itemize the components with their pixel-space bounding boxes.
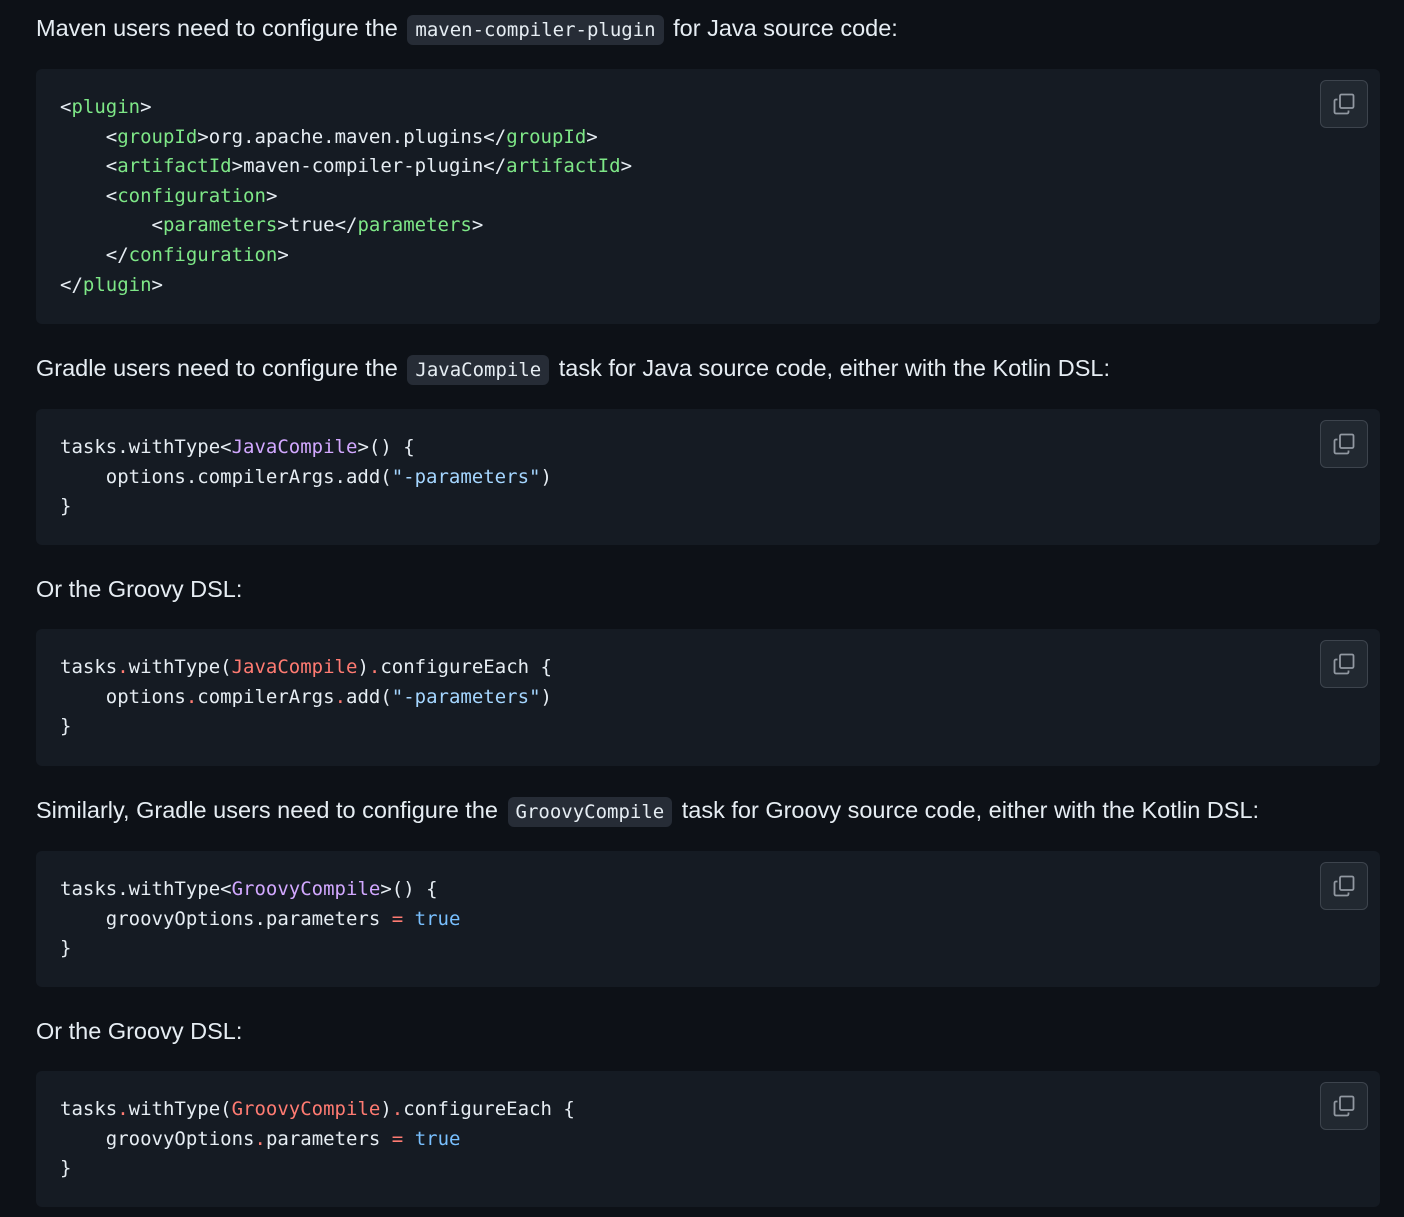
text-segment: Similarly, Gradle users need to configur…: [36, 797, 505, 823]
code-content: <plugin> <groupId>org.apache.maven.plugi…: [60, 96, 633, 296]
code-token: groovyOptions.parameters: [60, 907, 392, 930]
text-segment: Gradle users need to configure the: [36, 355, 405, 381]
code-token: tasks: [60, 656, 118, 678]
maven-code-block: <plugin> <groupId>org.apache.maven.plugi…: [36, 69, 1380, 324]
maven-intro-text: Maven users need to configure the maven-…: [36, 13, 898, 45]
kotlin-groovy-code-block: tasks.withType<GroovyCompile>() { groovy…: [36, 851, 1380, 987]
copy-button[interactable]: [1320, 420, 1368, 468]
inline-code: GroovyCompile: [507, 797, 673, 827]
code-token: }: [60, 937, 72, 960]
code-type: JavaCompile: [231, 436, 358, 458]
groovy-dsl-intro-text: Or the Groovy DSL:: [36, 574, 242, 604]
code-token: withType(: [128, 656, 232, 678]
code-keyword: true: [414, 907, 461, 930]
code-token: ): [540, 465, 552, 488]
code-token: >() {: [357, 436, 415, 458]
xml-tag: parameters: [357, 214, 472, 237]
code-keyword: true: [414, 1127, 461, 1150]
xml-tag: artifactId: [117, 155, 232, 178]
code-content: tasks.withType<JavaCompile>() { options.…: [60, 436, 552, 518]
code-type: JavaCompile: [231, 656, 358, 678]
code-token: options: [105, 685, 186, 708]
copy-icon: [1332, 92, 1356, 116]
code-token: tasks.withType: [60, 878, 221, 900]
copy-button[interactable]: [1320, 1082, 1368, 1130]
copy-icon: [1332, 874, 1356, 898]
text-segment: for Java source code:: [666, 15, 898, 41]
code-token: compilerArgs: [197, 685, 335, 708]
code-token: ): [540, 685, 552, 708]
text-segment: Or the Groovy DSL:: [36, 576, 243, 602]
xml-tag: artifactId: [506, 155, 621, 178]
kotlin-java-code-block: tasks.withType<JavaCompile>() { options.…: [36, 409, 1380, 545]
text-segment: Maven users need to configure the: [36, 15, 405, 41]
code-content: tasks.withType(JavaCompile).configureEac…: [60, 656, 552, 738]
code-operator: =: [391, 907, 404, 930]
xml-tag: configuration: [128, 243, 278, 266]
groovy-dsl-intro-text-2: Or the Groovy DSL:: [36, 1016, 242, 1046]
code-token: parameters: [265, 1127, 392, 1150]
code-token: configureEach {: [380, 656, 552, 678]
xml-tag: plugin: [71, 96, 141, 118]
code-content: tasks.withType<GroovyCompile>() { groovy…: [60, 878, 461, 960]
code-token: }: [60, 1157, 72, 1180]
code-token: >() {: [380, 878, 438, 900]
copy-button[interactable]: [1320, 80, 1368, 128]
copy-icon: [1332, 432, 1356, 456]
code-type: GroovyCompile: [231, 878, 381, 900]
xml-value: org.apache.maven.plugins: [208, 125, 484, 148]
xml-tag: plugin: [82, 273, 152, 296]
xml-tag: configuration: [117, 184, 266, 207]
text-segment: Or the Groovy DSL:: [36, 1018, 243, 1044]
markdown-content: Maven users need to configure the maven-…: [0, 0, 1404, 1217]
code-token: tasks.withType: [60, 436, 221, 458]
xml-tag: parameters: [162, 214, 278, 237]
groovy-java-code-block: tasks.withType(JavaCompile).configureEac…: [36, 629, 1380, 766]
code-token: }: [60, 715, 72, 738]
gradle-java-intro-text: Gradle users need to configure the JavaC…: [36, 353, 1110, 385]
text-segment: task for Java source code, either with t…: [552, 355, 1110, 381]
xml-value: maven-compiler-plugin: [243, 155, 484, 178]
code-content: tasks.withType(GroovyCompile).configureE…: [60, 1098, 575, 1180]
code-token: add(: [346, 685, 392, 708]
copy-button[interactable]: [1320, 862, 1368, 910]
code-token: configureEach {: [403, 1098, 575, 1120]
xml-tag: groupId: [117, 125, 198, 148]
code-token: withType(: [128, 1098, 232, 1120]
copy-button[interactable]: [1320, 640, 1368, 688]
copy-icon: [1332, 652, 1356, 676]
code-operator: =: [391, 1127, 404, 1150]
code-string: "-parameters": [391, 465, 541, 488]
xml-value: true: [288, 214, 335, 237]
code-token: tasks: [60, 1098, 118, 1120]
code-type: GroovyCompile: [231, 1098, 381, 1120]
xml-tag: groupId: [506, 125, 587, 148]
code-string: "-parameters": [391, 685, 541, 708]
text-segment: task for Groovy source code, either with…: [675, 797, 1260, 823]
code-token: }: [60, 495, 72, 518]
code-token: groovyOptions: [105, 1127, 255, 1150]
groovy-groovy-code-block: tasks.withType(GroovyCompile).configureE…: [36, 1071, 1380, 1207]
inline-code: maven-compiler-plugin: [407, 15, 664, 45]
inline-code: JavaCompile: [407, 355, 550, 385]
code-token: options.compilerArgs.add(: [60, 465, 392, 488]
copy-icon: [1332, 1094, 1356, 1118]
gradle-groovy-intro-text: Similarly, Gradle users need to configur…: [36, 795, 1259, 827]
